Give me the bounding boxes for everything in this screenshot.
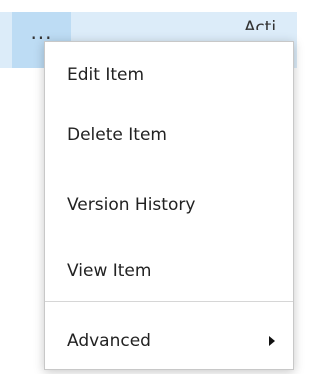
menu-item-label: Delete Item: [67, 125, 167, 145]
page: ... Acti Edit Item Delete Item Version H…: [0, 0, 297, 374]
menu-item-label: View Item: [67, 261, 152, 281]
menu-item-label: Edit Item: [67, 65, 145, 85]
menu-item-view[interactable]: View Item: [45, 246, 293, 296]
chevron-right-icon: [269, 336, 275, 346]
menu-item-delete[interactable]: Delete Item: [45, 110, 293, 160]
context-menu: Edit Item Delete Item Version History Vi…: [44, 41, 294, 370]
menu-item-label: Version History: [67, 195, 196, 215]
menu-item-version-history[interactable]: Version History: [45, 180, 293, 230]
menu-item-edit[interactable]: Edit Item: [45, 50, 293, 100]
menu-item-advanced[interactable]: Advanced: [45, 316, 293, 366]
row-status-text: Acti: [244, 18, 277, 30]
menu-divider: [45, 301, 293, 302]
menu-item-label: Advanced: [67, 331, 151, 351]
ellipsis-icon: ...: [30, 20, 53, 44]
